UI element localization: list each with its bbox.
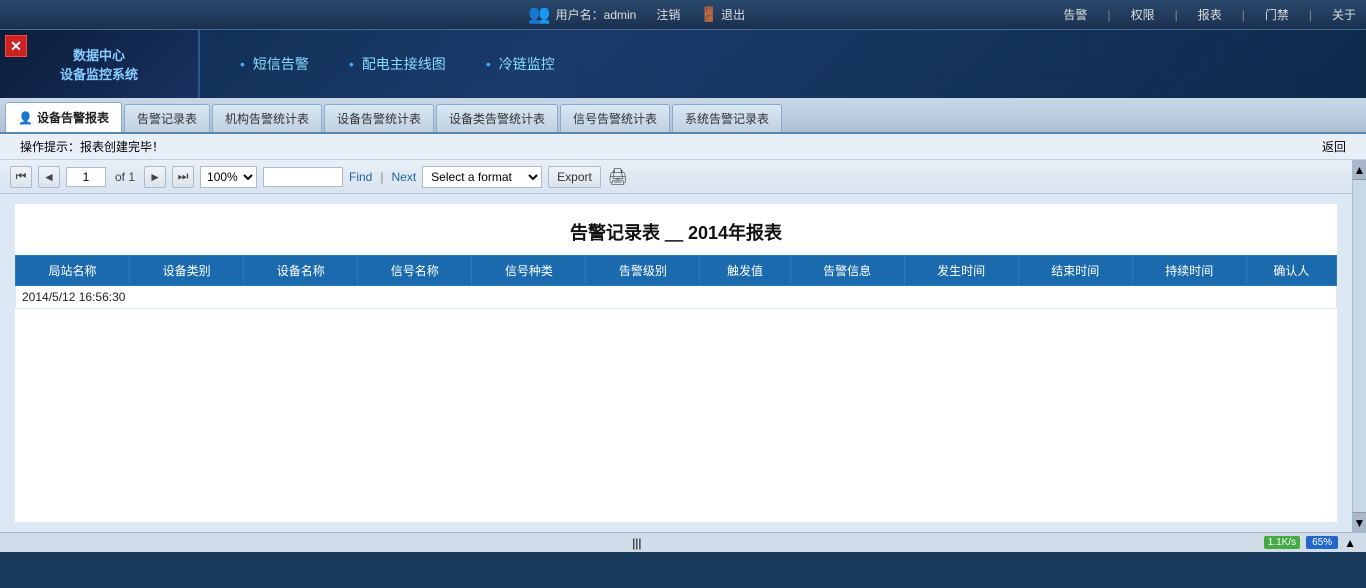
page-number-input[interactable] — [66, 167, 106, 187]
viewer-area: ⏮ ◄ of 1 ► ⏭ 100% 25% 50% 75% 150% 200% … — [0, 160, 1366, 532]
table-header-row: 局站名称 设备类别 设备名称 信号名称 信号种类 告警级别 触发值 告警信息 发… — [16, 256, 1337, 286]
progress-badge: 65% — [1306, 536, 1338, 549]
scrollbar-right[interactable]: ▲ ▼ — [1352, 160, 1366, 532]
scroll-indicator: ||| — [10, 536, 1264, 550]
top-bar-center: 👥 用户名：admin 注销 🚪 退出 — [528, 4, 745, 25]
speed-badge: 1.1K/s — [1264, 536, 1300, 549]
tab-signal-alert-stats[interactable]: 信号告警统计表 — [560, 104, 670, 132]
col-duration: 持续时间 — [1132, 256, 1246, 286]
main-area: 👤 设备告警报表 告警记录表 机构告警统计表 设备告警统计表 设备类告警统计表 … — [0, 98, 1366, 552]
tabs-bar: 👤 设备告警报表 告警记录表 机构告警统计表 设备告警统计表 设备类告警统计表 … — [0, 98, 1366, 134]
up-arrow: ▲ — [1344, 536, 1356, 550]
scroll-down-btn[interactable]: ▼ — [1353, 512, 1366, 532]
tab-system-alert-record[interactable]: 系统告警记录表 — [672, 104, 782, 132]
next-link[interactable]: Next — [391, 170, 416, 184]
register-btn[interactable]: 注销 — [656, 6, 680, 23]
logo-title-line2: 设备监控系统 — [60, 64, 138, 83]
col-signal-type: 信号种类 — [472, 256, 586, 286]
col-confirm-person: 确认人 — [1246, 256, 1336, 286]
report-table: 局站名称 设备类别 设备名称 信号名称 信号种类 告警级别 触发值 告警信息 发… — [15, 255, 1337, 309]
first-page-btn[interactable]: ⏮ — [10, 166, 32, 188]
logout-icon: 🚪 — [700, 6, 717, 22]
format-select[interactable]: Select a format PDF Excel Word CSV — [422, 166, 542, 188]
top-bar-right: 告警 | 权限 | 报表 | 门禁 | 关于 — [1063, 6, 1356, 23]
print-btn[interactable]: 🖨 — [607, 166, 629, 188]
logo-nav: ✕ 数据中心 设备监控系统 短信告警 配电主接线图 冷链监控 — [0, 30, 1366, 98]
report-content: 告警记录表 ＿ 2014年报表 局站名称 设备类别 设备名称 信号名称 信号种类… — [15, 204, 1337, 522]
scroll-up-btn[interactable]: ▲ — [1353, 160, 1366, 180]
nav-door[interactable]: 门禁 — [1265, 6, 1289, 23]
nav-about[interactable]: 关于 — [1332, 6, 1356, 23]
nav-power-diagram[interactable]: 配电主接线图 — [349, 54, 446, 74]
nav-auth[interactable]: 权限 — [1131, 6, 1155, 23]
report-toolbar: ⏮ ◄ of 1 ► ⏭ 100% 25% 50% 75% 150% 200% … — [0, 160, 1352, 194]
col-trigger-val: 触发值 — [700, 256, 790, 286]
col-end-time: 结束时间 — [1018, 256, 1132, 286]
zoom-select[interactable]: 100% 25% 50% 75% 150% 200% — [200, 166, 257, 188]
next-page-btn[interactable]: ► — [144, 166, 166, 188]
col-start-time: 发生时间 — [904, 256, 1018, 286]
timestamp-cell: 2014/5/12 16:56:30 — [16, 286, 1337, 309]
page-of-label: of 1 — [115, 170, 135, 184]
viewer-main: ⏮ ◄ of 1 ► ⏭ 100% 25% 50% 75% 150% 200% … — [0, 160, 1352, 532]
tab-device-type-alert-stats[interactable]: 设备类告警统计表 — [436, 104, 558, 132]
nav-report[interactable]: 报表 — [1198, 6, 1222, 23]
user-info: 👥 用户名：admin — [528, 4, 636, 25]
top-bar: 👥 用户名：admin 注销 🚪 退出 告警 | 权限 | 报表 | 门禁 | … — [0, 0, 1366, 30]
report-title: 告警记录表 ＿ 2014年报表 — [15, 204, 1337, 255]
op-hint: 操作提示：报表创建完毕！ 返回 — [0, 134, 1366, 160]
close-button[interactable]: ✕ — [5, 35, 27, 57]
tab-device-alert-stats[interactable]: 设备告警统计表 — [324, 104, 434, 132]
back-btn[interactable]: 返回 — [1322, 138, 1346, 155]
op-hint-text: 操作提示：报表创建完毕！ — [20, 138, 164, 155]
col-device-type: 设备类别 — [130, 256, 244, 286]
col-device-name: 设备名称 — [244, 256, 358, 286]
logout-btn[interactable]: 🚪 退出 — [700, 6, 745, 23]
col-station: 局站名称 — [16, 256, 130, 286]
tab-alert-record[interactable]: 告警记录表 — [124, 104, 210, 132]
tab-icon-device-alert: 👤 — [18, 111, 33, 125]
logo-box: ✕ 数据中心 设备监控系统 — [0, 30, 200, 98]
table-row: 2014/5/12 16:56:30 — [16, 286, 1337, 309]
nav-cold-chain[interactable]: 冷链监控 — [486, 54, 555, 74]
user-icon: 👥 — [528, 4, 550, 25]
user-label: 用户名：admin — [556, 6, 637, 23]
status-area: 1.1K/s 65% ▲ — [1264, 536, 1356, 550]
col-signal-name: 信号名称 — [358, 256, 472, 286]
nav-sms-alert[interactable]: 短信告警 — [240, 54, 309, 74]
col-alert-level: 告警级别 — [586, 256, 700, 286]
logo-title-line1: 数据中心 — [73, 45, 125, 64]
find-link[interactable]: Find — [349, 170, 372, 184]
last-page-btn[interactable]: ⏭ — [172, 166, 194, 188]
tab-org-alert-stats[interactable]: 机构告警统计表 — [212, 104, 322, 132]
export-btn[interactable]: Export — [548, 166, 601, 188]
scroll-track[interactable] — [1353, 180, 1366, 512]
bottom-bar: ||| 1.1K/s 65% ▲ — [0, 532, 1366, 552]
tab-device-alert-report[interactable]: 👤 设备告警报表 — [5, 102, 122, 132]
find-input[interactable] — [263, 167, 343, 187]
nav-alert[interactable]: 告警 — [1063, 6, 1087, 23]
col-alert-info: 告警信息 — [790, 256, 904, 286]
nav-items: 短信告警 配电主接线图 冷链监控 — [200, 54, 555, 74]
prev-page-btn[interactable]: ◄ — [38, 166, 60, 188]
